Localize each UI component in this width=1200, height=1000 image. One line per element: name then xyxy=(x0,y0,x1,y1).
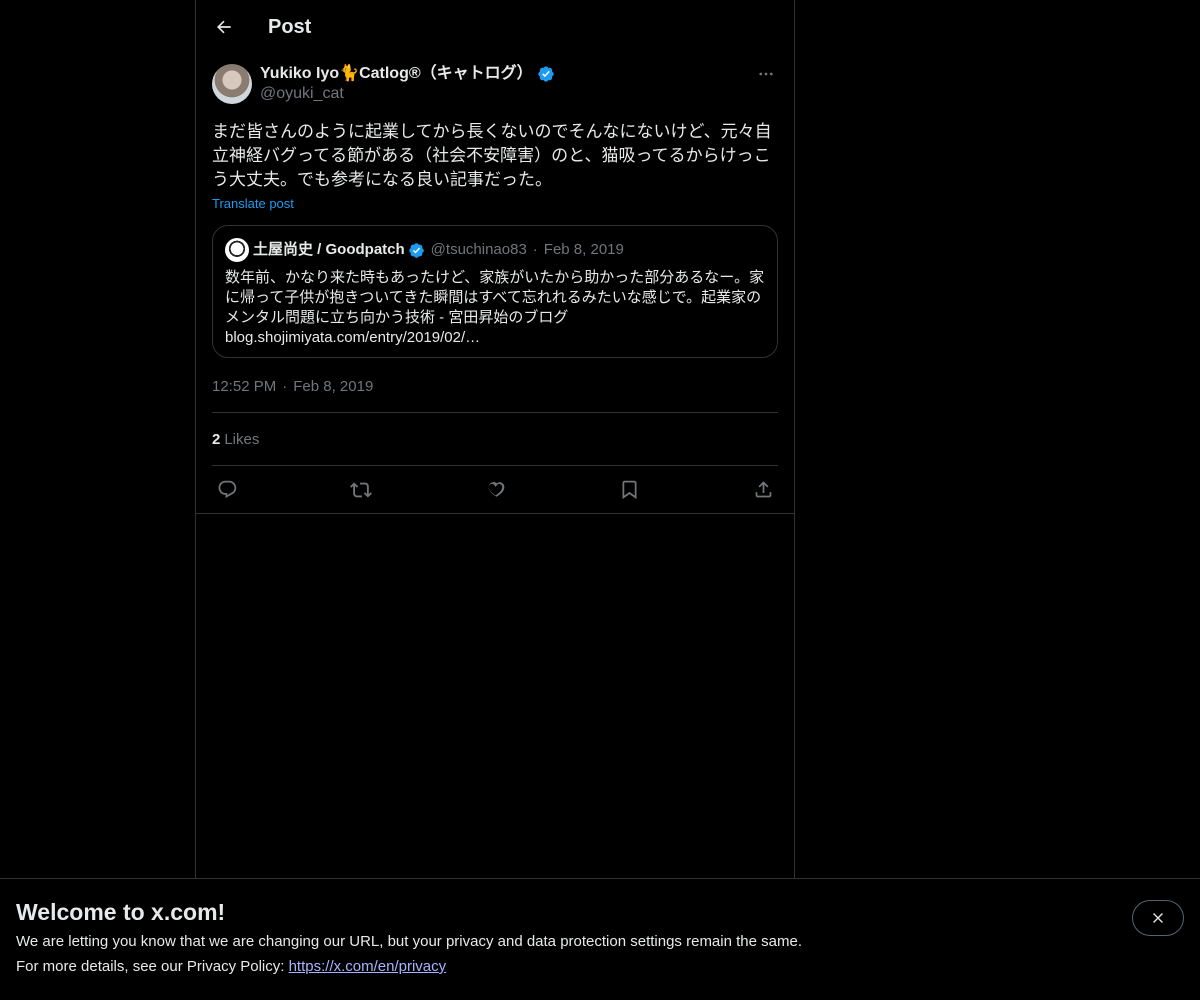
reply-icon xyxy=(218,480,236,498)
post-actions xyxy=(212,466,778,513)
back-button[interactable] xyxy=(212,15,236,39)
bookmark-icon xyxy=(622,480,636,500)
author-name[interactable]: Yukiko Iyo🐈Catlog®（キャトログ） xyxy=(260,64,533,84)
repost-button[interactable] xyxy=(350,479,372,501)
like-icon xyxy=(488,482,504,497)
share-button[interactable] xyxy=(752,479,774,501)
author-handle[interactable]: @oyuki_cat xyxy=(260,84,555,104)
banner-message: We are letting you know that we are chan… xyxy=(16,933,802,950)
post-author-row: Yukiko Iyo🐈Catlog®（キャトログ） @oyuki_cat xyxy=(212,64,778,106)
url-change-banner: Welcome to x.com! We are letting you kno… xyxy=(0,878,1200,1000)
likes-label[interactable]: Likes xyxy=(224,431,259,448)
quoted-separator: · xyxy=(532,241,538,258)
avatar[interactable] xyxy=(212,64,252,104)
repost-icon xyxy=(350,482,372,497)
like-button[interactable] xyxy=(484,479,506,501)
quoted-author-handle: @tsuchinao83 xyxy=(430,241,527,258)
quoted-post-text: 数年前、かなり来た時もあったけど、家族がいたから助かった部分あるなー。家に帰って… xyxy=(225,269,765,346)
quoted-date: Feb 8, 2019 xyxy=(543,241,624,258)
page-title: Post xyxy=(268,15,312,38)
post-text: まだ皆さんのように起業してから長くないのでそんなにないけど、元々自立神経バグって… xyxy=(212,122,772,189)
post-timestamp: 12:52 PM · Feb 8, 2019 xyxy=(212,376,778,396)
post-detail: Yukiko Iyo🐈Catlog®（キャトログ） @oyuki_cat まだ皆… xyxy=(196,64,794,514)
banner-title: Welcome to x.com! xyxy=(16,899,226,925)
author-name-line: Yukiko Iyo🐈Catlog®（キャトログ） xyxy=(260,64,555,84)
main-column: Post Yukiko Iyo🐈Catlog®（キャトログ） @oyuki_ca… xyxy=(195,0,795,1000)
post-stats: 2 Likes xyxy=(212,413,778,465)
quoted-post[interactable]: 土屋尚史 / Goodpatch @tsuchinao83 · Feb 8, 2… xyxy=(212,225,778,358)
likes-count[interactable]: 2 xyxy=(212,431,220,448)
more-options-button[interactable] xyxy=(754,64,778,84)
verified-badge-icon xyxy=(408,242,425,259)
verified-badge-icon xyxy=(537,65,555,83)
back-arrow-icon xyxy=(217,20,231,34)
banner-privacy-prefix: For more details, see our Privacy Policy… xyxy=(16,958,289,975)
timestamp-separator: · xyxy=(282,377,288,395)
post-date[interactable]: Feb 8, 2019 xyxy=(293,378,373,395)
quoted-post-header: 土屋尚史 / Goodpatch @tsuchinao83 · Feb 8, 2… xyxy=(225,238,765,262)
quoted-author-name: 土屋尚史 / Goodpatch xyxy=(253,241,405,258)
bookmark-button[interactable] xyxy=(618,479,640,501)
banner-privacy-line: For more details, see our Privacy Policy… xyxy=(16,958,1184,975)
author-info: Yukiko Iyo🐈Catlog®（キャトログ） @oyuki_cat xyxy=(260,64,555,104)
reply-button[interactable] xyxy=(216,479,238,501)
post-time[interactable]: 12:52 PM xyxy=(212,378,276,395)
share-icon xyxy=(755,481,771,498)
banner-close-button[interactable] xyxy=(1132,900,1184,936)
more-icon xyxy=(759,72,773,76)
close-icon xyxy=(1153,913,1163,923)
privacy-policy-link[interactable]: https://x.com/en/privacy xyxy=(289,958,447,975)
divider xyxy=(196,513,794,514)
page-header: Post xyxy=(196,0,794,54)
translate-post-link[interactable]: Translate post xyxy=(212,196,294,211)
quoted-avatar xyxy=(225,238,249,262)
